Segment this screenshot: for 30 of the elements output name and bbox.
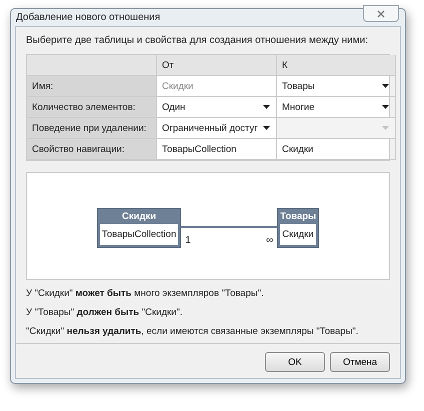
multiplicity-label: ∞: [266, 235, 274, 246]
dropdown[interactable]: Один: [157, 97, 277, 118]
column-header: От: [157, 55, 277, 76]
dropdown[interactable]: Товары: [277, 76, 396, 97]
instruction-text: Выберите две таблицы и свойства для создания отношения между ними:: [26, 35, 369, 46]
close-icon: [377, 10, 385, 18]
row-label: Поведение при удалении:: [27, 118, 157, 139]
row-label: Свойство навигации:: [27, 139, 157, 160]
table-cell: Скидки: [157, 76, 277, 97]
entity-property: ТоварыCollection: [100, 224, 178, 245]
dropdown-arrow-icon[interactable]: [263, 105, 270, 109]
row-label: Имя:: [27, 76, 157, 97]
dropdown-arrow-icon[interactable]: [382, 105, 389, 109]
entity-property: Скидки: [280, 224, 316, 245]
row-label: Количество элементов:: [27, 97, 157, 118]
multiplicity-label: 1: [185, 235, 191, 246]
window-title: Добавление нового отношения: [16, 12, 160, 23]
input-field[interactable]: Скидки: [277, 139, 396, 160]
dialog-button[interactable]: Отмена: [330, 352, 390, 372]
dialog-button[interactable]: OK: [265, 352, 325, 372]
dropdown-arrow-icon[interactable]: [263, 126, 270, 130]
entity-title: Скидки: [120, 210, 158, 224]
dropdown-arrow-icon[interactable]: [382, 84, 389, 88]
description-text: У "Товары" должен быть "Скидки".: [26, 307, 184, 318]
entity-title: Товары: [280, 210, 316, 224]
column-header: К: [277, 55, 396, 76]
close-button[interactable]: [363, 5, 399, 22]
input-field[interactable]: ТоварыCollection: [157, 139, 277, 160]
description-text: У "Скидки" может быть много экземпляров "Товары".: [26, 288, 265, 299]
description-text: "Скидки" нельзя удалить, если имеются связанные экземпляры "Товары".: [26, 326, 360, 337]
